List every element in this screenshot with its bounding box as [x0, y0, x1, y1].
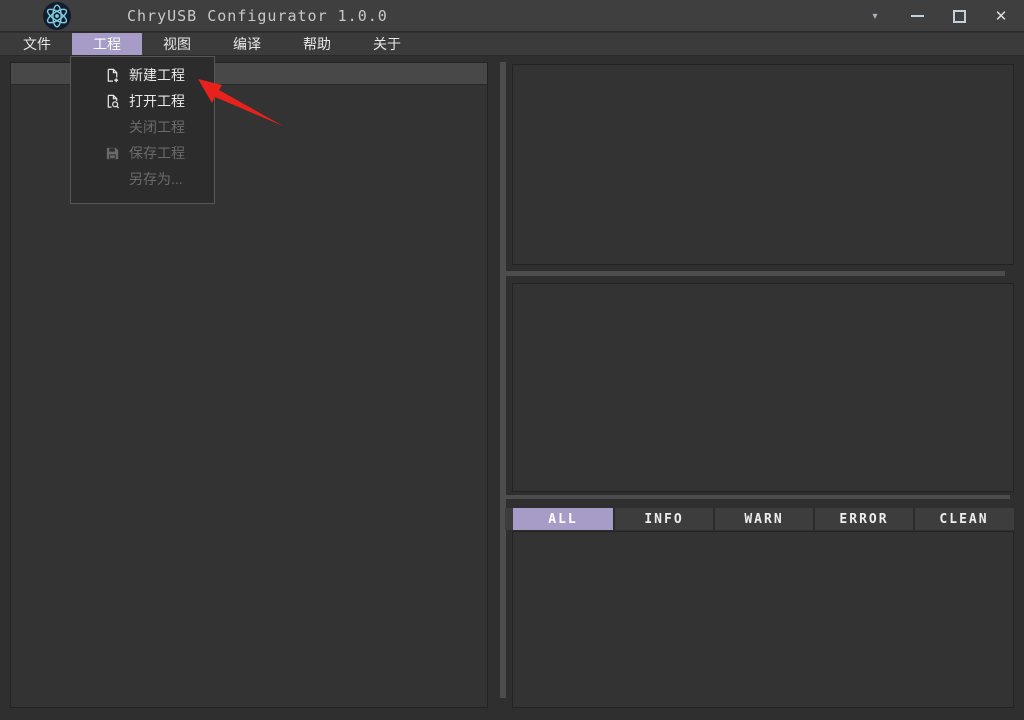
file-plus-icon: [104, 67, 120, 83]
menu-item-compile[interactable]: 编译: [212, 33, 282, 55]
menu-item-about[interactable]: 关于: [352, 33, 422, 55]
menu-option-save-as: 另存为...: [71, 166, 214, 192]
window-controls: ▾ ✕: [854, 0, 1022, 32]
save-icon: [104, 145, 120, 161]
log-tab-clean[interactable]: CLEAN: [913, 508, 1013, 530]
menu-option-label: 保存工程: [129, 143, 185, 163]
menu-option-label: 打开工程: [129, 91, 185, 111]
menu-item-project[interactable]: 工程: [72, 33, 142, 55]
menubar: 文件 工程 视图 编译 帮助 关于: [0, 33, 1024, 56]
detail-panel-middle: [512, 283, 1014, 492]
log-tab-all[interactable]: ALL: [513, 508, 613, 530]
maximize-icon: [953, 10, 966, 23]
window-title: ChryUSB Configurator 1.0.0: [127, 0, 388, 32]
titlebar: ChryUSB Configurator 1.0.0 ▾ ✕: [0, 0, 1024, 32]
log-tab-warn[interactable]: WARN: [713, 508, 813, 530]
horizontal-splitter-1[interactable]: [505, 271, 1005, 276]
minimize-icon: [911, 15, 924, 17]
chevron-down-icon: ▾: [872, 11, 877, 22]
horizontal-splitter-2[interactable]: [505, 495, 1010, 499]
menu-item-view[interactable]: 视图: [142, 33, 212, 55]
menu-option-label: 另存为...: [129, 169, 183, 189]
vertical-splitter[interactable]: [500, 62, 506, 698]
close-icon: ✕: [995, 7, 1008, 25]
menu-option-save-project: 保存工程: [71, 140, 214, 166]
menu-option-label: 新建工程: [129, 65, 185, 85]
menu-item-file[interactable]: 文件: [2, 33, 72, 55]
no-icon: [104, 171, 120, 187]
red-arrow-annotation: [190, 70, 300, 134]
maximize-button[interactable]: [938, 0, 980, 32]
log-output-panel: [512, 531, 1014, 708]
detail-panel-top: [512, 64, 1014, 265]
log-filter-tabs: ALL INFO WARN ERROR CLEAN: [505, 508, 1014, 530]
app-window: { "window": { "title": "ChryUSB Configur…: [0, 0, 1024, 720]
menu-item-help[interactable]: 帮助: [282, 33, 352, 55]
menu-option-label: 关闭工程: [129, 117, 185, 137]
minimize-button[interactable]: [896, 0, 938, 32]
app-logo-atom-icon: [42, 1, 72, 31]
file-search-icon: [104, 93, 120, 109]
titlebar-menu-arrow-button[interactable]: ▾: [854, 0, 896, 32]
log-tab-error[interactable]: ERROR: [813, 508, 913, 530]
log-tab-info[interactable]: INFO: [613, 508, 713, 530]
close-button[interactable]: ✕: [980, 0, 1022, 32]
no-icon: [104, 119, 120, 135]
